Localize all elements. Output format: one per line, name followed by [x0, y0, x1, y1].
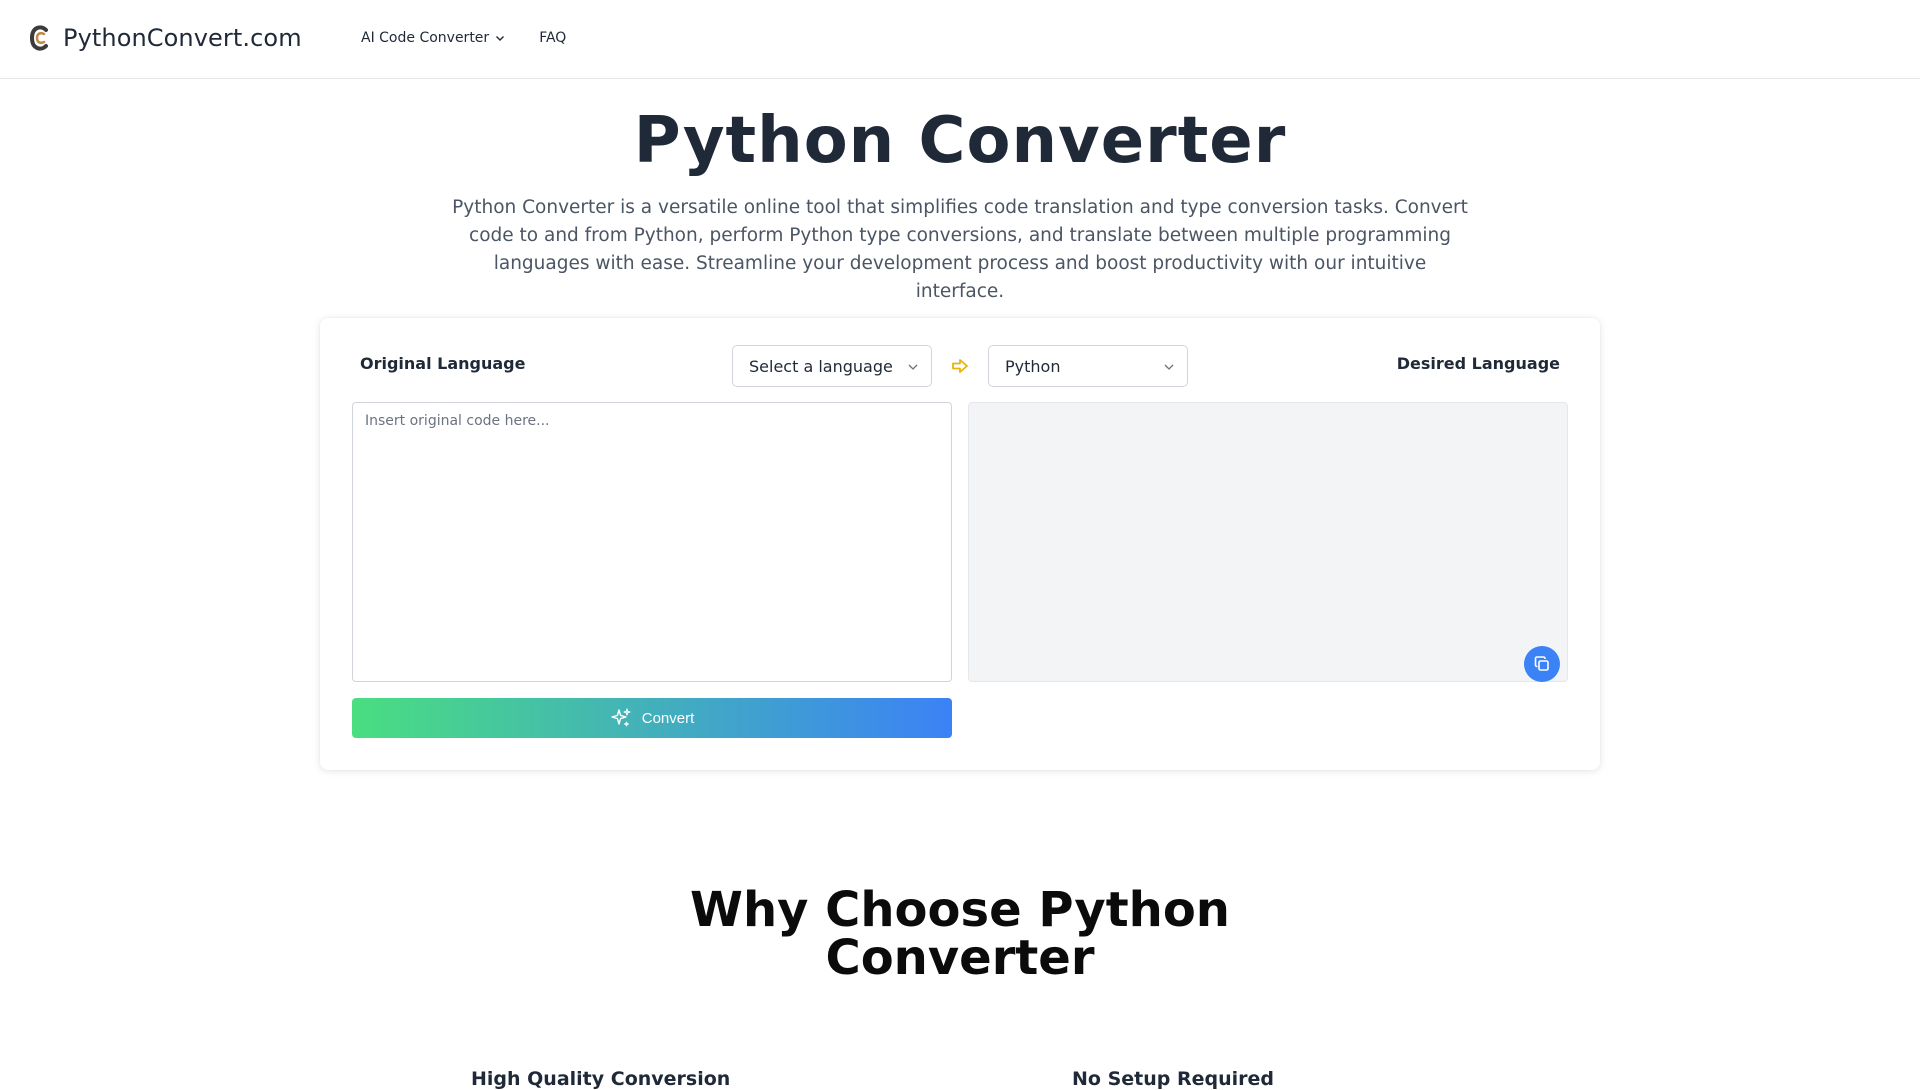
brand-name: PythonConvert.com	[63, 24, 302, 52]
chevron-down-icon	[1164, 364, 1174, 370]
nav-item-label: AI Code Converter	[361, 30, 490, 46]
nav-item-label: FAQ	[539, 30, 567, 46]
feature-title-quality: High Quality Conversion	[471, 1068, 731, 1090]
sparkles-icon	[611, 708, 631, 727]
desired-language-label: Desired Language	[1396, 354, 1560, 373]
main-nav: AI Code Converter FAQ	[361, 30, 566, 46]
feature-title-setup: No Setup Required	[1072, 1068, 1274, 1090]
original-language-label: Original Language	[360, 354, 526, 373]
why-choose-line-2: Converter	[825, 930, 1095, 986]
convert-button-label: Convert	[641, 709, 695, 727]
logo-icon	[29, 25, 48, 51]
page-title: Python Converter	[633, 104, 1287, 178]
convert-button[interactable]: Convert	[352, 698, 952, 738]
converter-card: Original Language Select a language Pyth…	[320, 318, 1600, 770]
target-language-select[interactable]: Python	[988, 345, 1188, 387]
top-navbar: PythonConvert.com AI Code Converter FAQ	[0, 0, 1920, 79]
chevron-down-icon	[908, 364, 918, 370]
converted-code-output[interactable]	[968, 402, 1568, 682]
nav-ai-code-converter[interactable]: AI Code Converter	[361, 30, 505, 46]
chevron-down-icon	[496, 36, 505, 41]
page-description: Python Converter is a versatile online t…	[452, 197, 1468, 302]
why-choose-heading: Why Choose Python Converter	[0, 886, 1920, 982]
brand-link[interactable]: PythonConvert.com	[29, 24, 302, 52]
original-code-input[interactable]	[352, 402, 952, 682]
nav-faq[interactable]: FAQ	[539, 30, 566, 46]
target-language-value: Python	[1005, 357, 1061, 376]
arrow-right-icon	[952, 359, 968, 373]
copy-button[interactable]	[1524, 646, 1560, 682]
source-language-select[interactable]: Select a language	[732, 345, 932, 387]
copy-icon	[1534, 656, 1549, 671]
source-language-value: Select a language	[749, 357, 893, 376]
